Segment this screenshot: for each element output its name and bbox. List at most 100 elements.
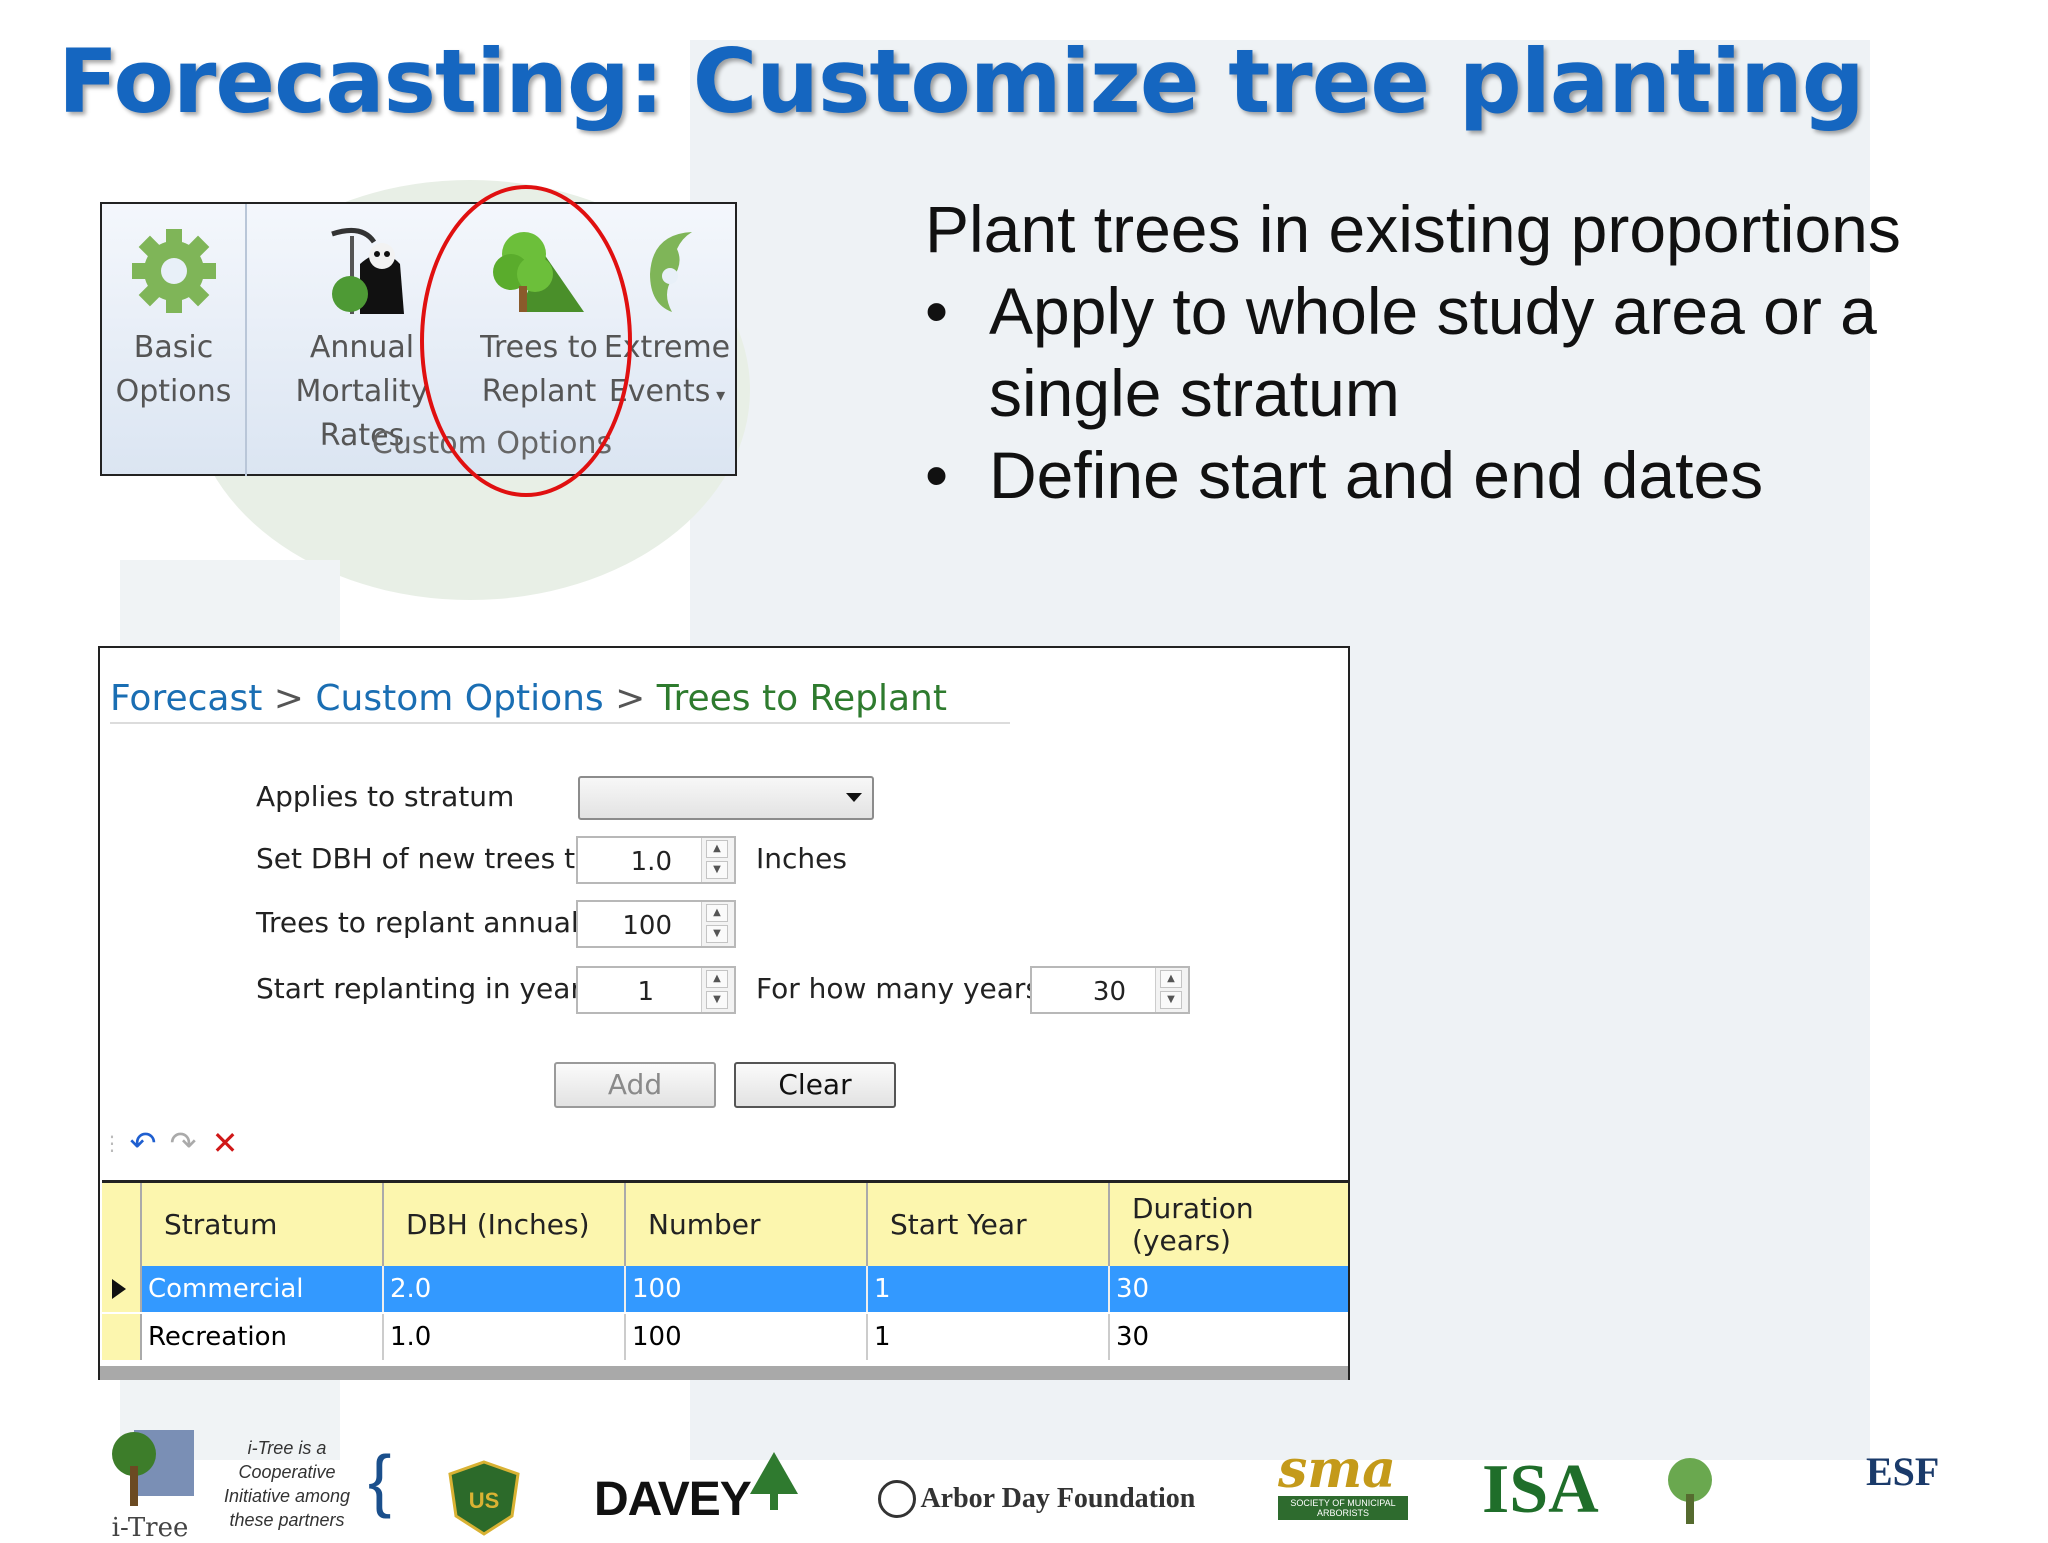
stepper-down-icon[interactable]: ▼ xyxy=(706,861,728,879)
sma-logo: sma SOCIETY OF MUNICIPAL ARBORISTS xyxy=(1278,1444,1408,1520)
table-row[interactable]: Commercial 2.0 100 1 30 xyxy=(102,1266,1348,1312)
cell-start-year[interactable]: 1 xyxy=(868,1266,1110,1312)
undo-icon[interactable]: ↶ xyxy=(126,1126,160,1160)
cell-stratum[interactable]: Commercial xyxy=(142,1266,384,1312)
grid-footer-bar xyxy=(100,1366,1348,1380)
bullet-item: • Define start and end dates xyxy=(925,434,2005,516)
stratum-dropdown[interactable] xyxy=(578,776,874,820)
header-number[interactable]: Number xyxy=(626,1183,868,1266)
bullet-heading: Plant trees in existing proportions xyxy=(925,192,1901,266)
ribbon-label: Basic xyxy=(133,330,214,365)
row-header[interactable] xyxy=(102,1314,142,1360)
table-row[interactable]: Recreation 1.0 100 1 30 xyxy=(102,1314,1348,1360)
stepper-up-icon[interactable]: ▲ xyxy=(706,904,728,922)
header-dbh[interactable]: DBH (Inches) xyxy=(384,1183,626,1266)
ribbon-toolbar: Basic Options Annual Mortality Rates Tre… xyxy=(100,202,737,476)
coop-line: these partners xyxy=(229,1510,345,1530)
stepper-buttons: ▲ ▼ xyxy=(701,902,734,946)
stepper-up-icon[interactable]: ▲ xyxy=(1160,970,1182,988)
row-header[interactable] xyxy=(102,1266,142,1312)
cell-duration[interactable]: 30 xyxy=(1110,1266,1348,1312)
breadcrumb-forecast[interactable]: Forecast xyxy=(110,678,262,719)
davey-logo: DAVEY xyxy=(594,1473,752,1526)
sma-subtitle: SOCIETY OF MUNICIPAL ARBORISTS xyxy=(1278,1496,1408,1520)
chevron-down-icon: ▾ xyxy=(710,385,726,406)
dbh-stepper[interactable]: 1.0 ▲ ▼ xyxy=(576,836,736,884)
breadcrumb-separator: > xyxy=(273,678,304,719)
itree-tree-icon xyxy=(112,1430,194,1506)
itree-logo: i-Tree xyxy=(104,1430,196,1543)
delete-icon[interactable]: ✕ xyxy=(208,1126,242,1160)
cell-stratum[interactable]: Recreation xyxy=(142,1314,384,1360)
redo-icon[interactable]: ↷ xyxy=(166,1126,200,1160)
cell-dbh[interactable]: 1.0 xyxy=(384,1314,626,1360)
forest-service-logo: US xyxy=(448,1460,520,1541)
breadcrumb-current: Trees to Replant xyxy=(656,678,947,719)
stepper-down-icon[interactable]: ▼ xyxy=(706,991,728,1009)
bullet-dot-icon: • xyxy=(925,274,949,348)
duration-stepper[interactable]: 30 ▲ ▼ xyxy=(1030,966,1190,1014)
cell-duration[interactable]: 30 xyxy=(1110,1314,1348,1360)
duration-label: For how many years? xyxy=(756,972,1055,1005)
clear-button[interactable]: Clear xyxy=(734,1062,896,1108)
grim-reaper-icon xyxy=(331,227,404,314)
start-year-stepper[interactable]: 1 ▲ ▼ xyxy=(576,966,736,1014)
slide-title: Forecasting: Customize tree planting xyxy=(58,30,1865,133)
dbh-value: 1.0 xyxy=(630,847,672,877)
casey-trees-logo xyxy=(1648,1454,1732,1535)
stepper-buttons: ▲ ▼ xyxy=(701,838,734,882)
stepper-buttons: ▲ ▼ xyxy=(1155,968,1188,1012)
stratum-label: Applies to stratum xyxy=(256,780,515,813)
ribbon-label: Options xyxy=(115,374,232,409)
usfs-shield-icon: US xyxy=(448,1460,520,1536)
stepper-down-icon[interactable]: ▼ xyxy=(706,925,728,943)
davey-tree-icon xyxy=(746,1450,802,1517)
highlight-circle xyxy=(420,185,632,497)
brace-icon: { xyxy=(368,1441,392,1519)
grid-header: Stratum DBH (Inches) Number Start Year D… xyxy=(102,1180,1348,1266)
duration-value: 30 xyxy=(1092,977,1126,1007)
coop-line: i-Tree is a xyxy=(247,1438,327,1458)
cooperative-text: i-Tree is a Cooperative Initiative among… xyxy=(212,1436,362,1532)
cell-start-year[interactable]: 1 xyxy=(868,1314,1110,1360)
sma-wordmark: sma xyxy=(1278,1439,1396,1500)
cell-number[interactable]: 100 xyxy=(626,1314,868,1360)
arbor-day-wordmark: Arbor Day Foundation xyxy=(920,1483,1196,1514)
stepper-up-icon[interactable]: ▲ xyxy=(706,970,728,988)
arbor-day-tree-icon xyxy=(878,1480,916,1518)
header-duration[interactable]: Duration (years) xyxy=(1110,1183,1348,1266)
add-button[interactable]: Add xyxy=(554,1062,716,1108)
ribbon-label: Annual xyxy=(309,330,415,365)
stepper-down-icon[interactable]: ▼ xyxy=(1160,991,1182,1009)
cell-dbh[interactable]: 2.0 xyxy=(384,1266,626,1312)
stepper-up-icon[interactable]: ▲ xyxy=(706,840,728,858)
start-year-value: 1 xyxy=(637,977,654,1007)
ribbon-basic-options[interactable]: Basic Options xyxy=(102,204,245,414)
bullet-item: • Apply to whole study area or a single s… xyxy=(925,270,2005,434)
bullet-text: Define start and end dates xyxy=(989,438,1764,512)
isa-logo: ISA xyxy=(1482,1451,1599,1528)
breadcrumb-custom-options[interactable]: Custom Options xyxy=(315,678,603,719)
header-stratum[interactable]: Stratum xyxy=(142,1183,384,1266)
bullet-dot-icon: • xyxy=(925,438,949,512)
annual-label: Trees to replant annually xyxy=(256,906,603,939)
chevron-down-icon xyxy=(846,793,862,802)
hurricane-icon xyxy=(650,232,692,312)
cell-number[interactable]: 100 xyxy=(626,1266,868,1312)
gear-icon xyxy=(131,229,216,313)
partner-footer: i-Tree i-Tree is a Cooperative Initiativ… xyxy=(0,1420,2048,1543)
breadcrumb-separator: > xyxy=(615,678,646,719)
annual-stepper[interactable]: 100 ▲ ▼ xyxy=(576,900,736,948)
svg-text:US: US xyxy=(469,1488,500,1513)
dbh-unit: Inches xyxy=(756,842,847,875)
itree-wordmark: i-Tree xyxy=(111,1513,189,1543)
annual-value: 100 xyxy=(622,911,672,941)
start-year-label: Start replanting in year xyxy=(256,972,582,1005)
arbor-day-logo: Arbor Day Foundation xyxy=(878,1480,1195,1518)
toolbar-grip: ⋮ xyxy=(102,1131,122,1155)
breadcrumb: Forecast > Custom Options > Trees to Rep… xyxy=(110,678,947,719)
header-start-year[interactable]: Start Year xyxy=(868,1183,1110,1266)
bullet-text: Apply to whole study area or a single st… xyxy=(989,274,1877,430)
coop-line: Cooperative xyxy=(238,1462,336,1482)
row-selector-icon xyxy=(112,1279,126,1299)
